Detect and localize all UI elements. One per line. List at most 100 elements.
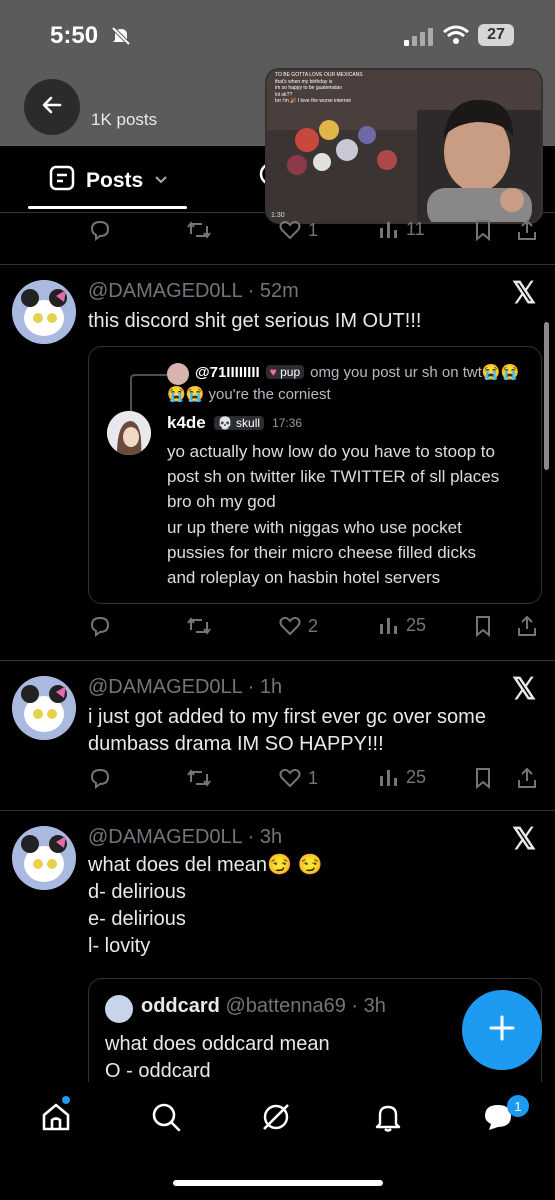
divider (0, 264, 555, 265)
home-notification-dot (62, 1096, 70, 1104)
message-line: yo actually how low do you have to stoop… (167, 442, 495, 461)
message-line: and roleplay on hasbin hotel servers (167, 568, 441, 587)
bookmark-icon[interactable] (473, 614, 493, 638)
divider (0, 810, 555, 811)
x-logo-icon: 𝕏 (512, 673, 537, 706)
tweet-handle[interactable]: @DAMAGED0LL (88, 676, 242, 698)
nav-grok[interactable] (256, 1097, 296, 1137)
reply-tag-label: pup (280, 365, 301, 379)
tweet-time: 52m (259, 280, 299, 302)
active-tab-indicator (28, 206, 187, 209)
like-count: 1 (308, 219, 319, 240)
tweet-text-line: dumbass drama IM SO HAPPY!!! (88, 733, 384, 755)
chevron-down-icon (153, 169, 169, 193)
views-button[interactable]: 11 (378, 218, 425, 240)
message-2: ur up there with niggas who use pocket p… (167, 515, 476, 590)
avatar[interactable] (12, 676, 76, 740)
tweet-text: i just got added to my first ever gc ove… (88, 704, 486, 758)
like-button[interactable]: 2 (278, 614, 318, 638)
tweet-text-line: d- delirious (88, 881, 186, 903)
timeline-icon (48, 164, 76, 198)
discord-screenshot-image[interactable]: @71IIIIIIII ♥ pup omg you post ur sh on … (88, 346, 542, 604)
x-logo-icon: 𝕏 (512, 277, 537, 310)
tweet-meta: @DAMAGED0LL · 52m (88, 280, 299, 302)
reply-connector (130, 374, 167, 411)
retweet-icon[interactable] (186, 218, 212, 242)
back-button[interactable] (24, 79, 80, 135)
pup-tag: ♥ pup (265, 365, 305, 379)
tweet-actions: 1 25 (88, 766, 538, 796)
views-button[interactable]: 25 (378, 766, 426, 788)
home-icon (42, 1103, 70, 1131)
tweet-actions: 1 11 (88, 218, 538, 248)
message-line: post sh on twitter like TWITTER of sll p… (167, 467, 500, 486)
quote-text-line: what does oddcard mean (105, 1033, 330, 1055)
nav-home[interactable] (36, 1097, 76, 1137)
tweet-text-line: l- lovity (88, 935, 151, 957)
home-indicator[interactable] (173, 1180, 383, 1186)
tweet-text: what does del mean😏 😏 d- delirious e- de… (88, 852, 322, 960)
reply-icon[interactable] (88, 766, 112, 790)
x-logo-icon: 𝕏 (512, 823, 537, 856)
heart-icon (279, 616, 301, 636)
reply-text-cont: 😭😭 you're the corniest (167, 386, 331, 403)
retweet-icon[interactable] (186, 766, 212, 790)
bell-icon (375, 1105, 401, 1132)
quote-text-line: O - oddcard (105, 1060, 211, 1082)
avatar[interactable] (12, 280, 76, 344)
avatar[interactable] (12, 826, 76, 890)
reply-avatar (167, 363, 189, 385)
grok-icon (263, 1104, 289, 1130)
reply-icon[interactable] (88, 614, 112, 638)
reply-icon[interactable] (88, 218, 112, 242)
wifi-icon (442, 24, 470, 51)
author-name: k4de (167, 413, 206, 432)
views-icon (380, 222, 397, 238)
like-count: 1 (308, 767, 319, 788)
like-button[interactable]: 1 (278, 218, 318, 242)
bookmark-icon[interactable] (473, 766, 493, 790)
like-button[interactable]: 1 (278, 766, 318, 790)
tweet-text-line: e- delirious (88, 908, 186, 930)
views-icon (380, 770, 397, 786)
bookmark-icon[interactable] (473, 218, 493, 242)
tweet-handle[interactable]: @DAMAGED0LL (88, 280, 242, 302)
tweet-time: 3h (259, 826, 283, 848)
pip-overlay-text: TO BE GOTTA LOVE OUR MEXICANS that's whe… (275, 72, 363, 105)
tweet-text-line: i just got added to my first ever gc ove… (88, 706, 486, 728)
tweet-text: this discord shit get serious IM OUT!!! (88, 310, 422, 332)
share-icon[interactable] (516, 766, 538, 790)
signal-icon (404, 28, 434, 51)
like-count: 2 (308, 615, 319, 636)
picture-in-picture-video[interactable]: TO BE GOTTA LOVE OUR MEXICANS that's whe… (265, 68, 543, 224)
views-icon (380, 618, 397, 634)
share-icon[interactable] (516, 614, 538, 638)
quote-text: what does oddcard mean O - oddcard (105, 1031, 330, 1085)
tweet-meta: @DAMAGED0LL · 3h (88, 826, 283, 848)
tab-posts-label: Posts (86, 169, 144, 192)
message-time: 17:36 (272, 416, 303, 430)
skull-icon: 💀 (217, 416, 233, 430)
nav-notifications[interactable] (368, 1097, 408, 1137)
tab-posts[interactable]: Posts (48, 164, 169, 198)
plus-icon (487, 1013, 517, 1048)
messages-badge: 1 (507, 1095, 529, 1117)
compose-button[interactable] (462, 990, 542, 1070)
tweet-time: 1h (259, 676, 283, 698)
share-icon[interactable] (516, 218, 538, 242)
tweet-meta: @DAMAGED0LL · 1h (88, 676, 283, 698)
view-count: 25 (406, 766, 427, 787)
nav-search[interactable] (146, 1097, 186, 1137)
scrollbar[interactable] (544, 322, 549, 470)
skull-tag: 💀 skull (213, 416, 265, 430)
author-avatar (107, 411, 151, 455)
reply-line: @71IIIIIIII ♥ pup omg you post ur sh on … (195, 363, 519, 382)
view-count: 25 (406, 614, 427, 635)
views-button[interactable]: 25 (378, 614, 426, 636)
quote-meta: oddcard @battenna69 · 3h (141, 995, 386, 1017)
message-header: k4de 💀 skull 17:36 (167, 413, 302, 433)
quote-time: 3h (363, 995, 386, 1017)
quote-handle: @battenna69 (225, 995, 346, 1017)
tweet-handle[interactable]: @DAMAGED0LL (88, 826, 242, 848)
retweet-icon[interactable] (186, 614, 212, 638)
